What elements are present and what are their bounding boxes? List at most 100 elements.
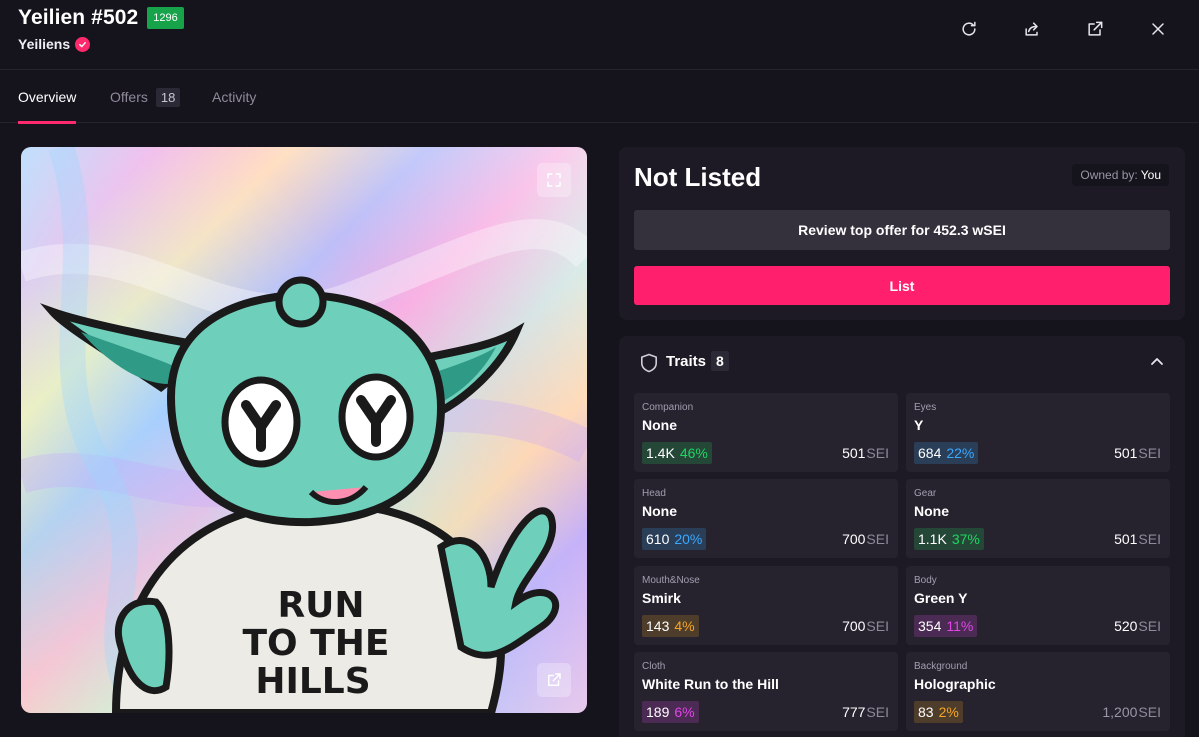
tab-offers-label: Offers <box>110 89 148 105</box>
trait-value: Y <box>914 417 924 433</box>
trait-price-unit: SEI <box>866 531 889 547</box>
traits-title: Traits <box>666 353 707 370</box>
trait-type: Companion <box>642 402 694 413</box>
trait-percent: 2% <box>938 704 959 720</box>
trait-price-value: 501 <box>1114 531 1138 547</box>
trait-price-value: 777 <box>842 704 866 720</box>
trait-floor-price: 520SEI <box>1114 618 1161 634</box>
trait-count: 610 <box>646 531 670 547</box>
trait-value: White Run to the Hill <box>642 676 779 692</box>
trait-card-cloth[interactable]: Cloth White Run to the Hill 189 6% 777SEI <box>634 652 898 731</box>
trait-price-unit: SEI <box>866 618 889 634</box>
trait-type: Head <box>642 488 666 499</box>
trait-count: 354 <box>918 618 942 634</box>
expand-image-button[interactable] <box>537 163 571 197</box>
open-new-icon <box>548 673 561 686</box>
nft-image[interactable]: RUN TO THE HILLS <box>21 147 587 713</box>
trait-rarity: 189 6% <box>642 701 699 723</box>
trait-price-value: 501 <box>842 445 866 461</box>
trait-price-unit: SEI <box>1138 704 1161 720</box>
trait-price-value: 1,200 <box>1102 704 1138 720</box>
trait-price-unit: SEI <box>866 445 889 461</box>
traits-header[interactable]: Traits 8 <box>619 336 1185 388</box>
trait-rarity: 143 4% <box>642 615 699 637</box>
open-image-button[interactable] <box>537 663 571 697</box>
owner-name: You <box>1140 168 1161 182</box>
header-actions <box>937 10 1189 48</box>
close-button[interactable] <box>1126 10 1189 48</box>
trait-rarity: 1.1K 37% <box>914 528 984 550</box>
trait-value: None <box>914 503 949 519</box>
trait-floor-price: 501SEI <box>842 445 889 461</box>
tab-overview[interactable]: Overview <box>18 71 77 124</box>
trait-percent: 20% <box>674 531 703 547</box>
external-link-button[interactable] <box>1063 10 1126 48</box>
nft-artwork: RUN TO THE HILLS <box>21 147 587 713</box>
collection-name: Yeiliens <box>18 36 71 52</box>
trait-card-companion[interactable]: Companion None 1.4K 46% 501SEI <box>634 393 898 472</box>
trait-floor-price: 700SEI <box>842 618 889 634</box>
trait-count: 1.4K <box>646 445 675 461</box>
trait-percent: 6% <box>674 704 695 720</box>
owned-by-label: Owned by: <box>1080 168 1138 182</box>
trait-type: Mouth&Nose <box>642 575 700 586</box>
trait-floor-price: 1,200SEI <box>1102 704 1161 720</box>
trait-value: None <box>642 417 677 433</box>
trait-rarity: 610 20% <box>642 528 707 550</box>
trait-price-value: 700 <box>842 531 866 547</box>
trait-floor-price: 700SEI <box>842 531 889 547</box>
trait-count: 189 <box>646 704 670 720</box>
external-link-icon <box>1087 21 1102 36</box>
trait-floor-price: 777SEI <box>842 704 889 720</box>
trait-value: Smirk <box>642 590 681 606</box>
trait-price-unit: SEI <box>1138 618 1161 634</box>
trait-percent: 22% <box>946 445 975 461</box>
trait-card-gear[interactable]: Gear None 1.1K 37% 501SEI <box>906 479 1170 558</box>
trait-rarity: 354 11% <box>914 615 978 637</box>
trait-card-mouth-nose[interactable]: Mouth&Nose Smirk 143 4% 700SEI <box>634 566 898 645</box>
offers-count-badge: 18 <box>155 87 181 107</box>
trait-type: Eyes <box>914 402 937 413</box>
list-button[interactable]: List <box>634 266 1170 305</box>
trait-count: 1.1K <box>918 531 947 547</box>
trait-rarity: 1.4K 46% <box>642 442 712 464</box>
trait-count: 684 <box>918 445 942 461</box>
refresh-button[interactable] <box>937 10 1000 48</box>
page-title: Yeilien #502 <box>18 6 139 29</box>
trait-price-unit: SEI <box>1138 445 1161 461</box>
trait-card-background[interactable]: Background Holographic 83 2% 1,200SEI <box>906 652 1170 731</box>
traits-count: 8 <box>711 351 729 371</box>
owner-chip: Owned by: You <box>1072 164 1169 186</box>
rank-badge: 1296 <box>147 7 184 29</box>
tab-offers[interactable]: Offers 18 <box>110 71 181 123</box>
trait-price-unit: SEI <box>1138 531 1161 547</box>
trait-price-value: 520 <box>1114 618 1138 634</box>
trait-percent: 46% <box>679 445 708 461</box>
collection-link[interactable]: Yeiliens <box>18 36 91 52</box>
review-offer-button[interactable]: Review top offer for 452.3 wSEI <box>634 210 1170 250</box>
traits-panel: Traits 8 Companion None 1.4K 46% 501SEI E… <box>619 336 1185 737</box>
trait-percent: 4% <box>674 618 695 634</box>
verified-icon <box>75 36 91 52</box>
trait-floor-price: 501SEI <box>1114 531 1161 547</box>
shirt-text-line-2: TO THE <box>243 623 390 664</box>
share-button[interactable] <box>1000 10 1063 48</box>
trait-percent: 37% <box>951 531 980 547</box>
trait-card-body[interactable]: Body Green Y 354 11% 520SEI <box>906 566 1170 645</box>
trait-percent: 11% <box>946 618 974 634</box>
trait-rarity: 83 2% <box>914 701 963 723</box>
trait-count: 143 <box>646 618 670 634</box>
trait-count: 83 <box>918 704 934 720</box>
trait-floor-price: 501SEI <box>1114 445 1161 461</box>
trait-value: Holographic <box>914 676 996 692</box>
listing-status: Not Listed <box>634 162 762 192</box>
trait-price-value: 501 <box>1114 445 1138 461</box>
trait-type: Background <box>914 661 968 672</box>
title-row: Yeilien #502 1296 <box>18 6 184 30</box>
listing-panel: Not Listed Owned by: You Review top offer… <box>619 147 1185 320</box>
tab-activity-label: Activity <box>212 89 257 105</box>
shield-icon <box>640 353 658 373</box>
trait-card-head[interactable]: Head None 610 20% 700SEI <box>634 479 898 558</box>
trait-card-eyes[interactable]: Eyes Y 684 22% 501SEI <box>906 393 1170 472</box>
tab-activity[interactable]: Activity <box>212 71 256 123</box>
